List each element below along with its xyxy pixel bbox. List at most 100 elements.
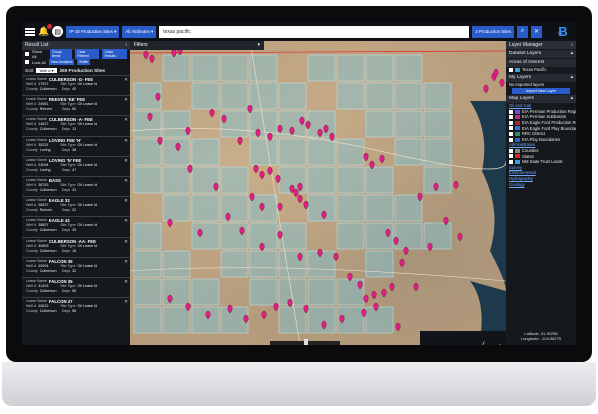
well-pin: [287, 298, 293, 308]
collapse-icon[interactable]: ‹: [125, 42, 127, 49]
layer-checkbox[interactable]: [509, 120, 513, 125]
remove-icon[interactable]: ✕: [124, 299, 128, 305]
layer-checkbox[interactable]: [509, 159, 513, 164]
well-list-item[interactable]: ✕ Lease Name EAGLE 33 Well #38837 Site Type O…: [22, 196, 130, 216]
parcel: [191, 82, 220, 110]
clear-icon[interactable]: ✕: [531, 25, 542, 38]
layer-manager-header: Layer Manager ›: [506, 41, 576, 49]
my-layers-section[interactable]: My Layers ▴: [506, 73, 576, 82]
sort-select[interactable]: Well # ▾: [36, 68, 57, 73]
remove-icon[interactable]: ✕: [124, 138, 128, 144]
group-items-button[interactable]: Group Items: [50, 49, 73, 59]
layers-toggle-icon[interactable]: ▤: [52, 26, 64, 37]
remove-icon[interactable]: ✕: [124, 158, 128, 164]
layer-checkbox[interactable]: [509, 154, 513, 159]
search-value: texas pacific: [163, 28, 191, 35]
aoi-checkbox[interactable]: [509, 67, 513, 72]
layer-swatch: [515, 137, 520, 142]
tool-point[interactable]: •Draw Point: [494, 343, 506, 345]
import-layer-button[interactable]: Import New Layer: [512, 88, 570, 95]
layer-checkbox[interactable]: [509, 131, 513, 136]
remove-icon[interactable]: ✕: [124, 198, 128, 204]
remove-icon[interactable]: ✕: [124, 97, 128, 103]
remove-icon[interactable]: ✕: [124, 259, 128, 265]
remove-icon[interactable]: ✕: [124, 77, 128, 83]
notification-bell-icon[interactable]: 🔔: [38, 24, 53, 37]
well-list-item[interactable]: ✕ Lease Name LOVING 'N' FEE Well #23094 Site…: [22, 155, 130, 176]
parcel: [336, 166, 365, 194]
aoi-item[interactable]: Texas Pacific: [506, 67, 576, 73]
well-list-item[interactable]: ✕ Lease Name FALCON 39 Well #40904 Site Type…: [22, 256, 130, 277]
parcel: [162, 194, 191, 222]
well-list-item[interactable]: ✕ Lease Name FALCON 27 Well #40812 Site Type…: [22, 297, 130, 317]
county: Culberson: [39, 268, 57, 273]
days-value: 32: [72, 268, 77, 273]
parcel: [191, 194, 220, 222]
well-list-item[interactable]: ✕ Lease Name EAGLE 43 Well #38807 Site Type O…: [22, 216, 130, 236]
well-list-item[interactable]: ✕ Lease Name CULBERSON -AA- FEE Well #40893…: [22, 236, 130, 257]
lock-all-checkbox[interactable]: [25, 60, 29, 64]
layer-swatch: [515, 115, 520, 120]
layer-checkbox[interactable]: [509, 115, 513, 120]
days-value: 13: [72, 127, 77, 132]
well-pin: [253, 164, 259, 174]
show-all-checkbox[interactable]: [25, 52, 29, 56]
buffer-button[interactable]: Buffer: [77, 59, 91, 65]
days-label: Days: [61, 309, 71, 314]
chevron-down-icon: ▾: [257, 42, 260, 48]
county-label: County: [26, 167, 38, 172]
layer-select-chip[interactable]: IP-18 Production Sites ▾: [66, 25, 120, 38]
remove-icon[interactable]: ✕: [124, 239, 128, 245]
parcel: [365, 82, 394, 110]
slider-handle[interactable]: [304, 339, 308, 345]
menu-icon[interactable]: [25, 27, 35, 36]
brand-logo: Ƀ: [558, 24, 568, 39]
well-pin: [237, 136, 243, 146]
layer-checkbox[interactable]: [509, 137, 513, 142]
areas-of-interest-section[interactable]: Areas of Interest: [506, 59, 576, 67]
result-count-chip[interactable]: 2 Production Sites: [472, 25, 514, 38]
layer-checkbox[interactable]: [509, 126, 513, 131]
remove-icon[interactable]: ✕: [124, 178, 128, 184]
layer-swatch: [515, 148, 520, 153]
well-list-item[interactable]: ✕ Lease Name BASS Well #38763 Site Type Oil L…: [22, 175, 130, 196]
parcel: [394, 82, 423, 110]
search-icon[interactable]: ⌕: [517, 25, 528, 38]
view-analytics-button[interactable]: View Analytics: [48, 59, 75, 65]
well-pin: [277, 202, 283, 212]
well-list-item[interactable]: ✕ Lease Name CULBERSON -A- FEE Well #14817 S…: [22, 115, 130, 135]
geology-group[interactable]: Geology: [506, 182, 576, 188]
search-input[interactable]: texas pacific: [159, 25, 470, 38]
dataset-layers-section[interactable]: Dataset Layers ▴: [506, 50, 576, 58]
well-list-item[interactable]: ✕ Lease Name FALCON 35 Well #41403 Site Type…: [22, 276, 130, 297]
map-layers-section[interactable]: Map Layers ▴: [506, 95, 576, 104]
well-list-item[interactable]: ✕ Lease Name CULBERSON -G- FEE Well #17937 S…: [22, 75, 130, 95]
map-view[interactable]: Filters ▾ ▢Box◎Buffer⬠Polygon╱Draw Line•…: [130, 41, 506, 345]
parcel: [191, 54, 220, 82]
parcel: [278, 306, 307, 334]
well-pin: [143, 50, 149, 60]
remove-icon[interactable]: ✕: [124, 218, 128, 224]
clear-filtered-button[interactable]: Clear Filtered: [75, 49, 100, 59]
close-icon[interactable]: ›: [571, 42, 573, 48]
county: Loving: [39, 167, 51, 172]
well-list-item[interactable]: ✕ Lease Name LOVING FEE 'H' Well #35231 Site…: [22, 135, 130, 156]
county: Loving: [39, 147, 51, 152]
days-value: 58: [72, 288, 77, 293]
longitude-value: -104.96275: [540, 336, 562, 341]
map-layers-label: Map Layers: [509, 96, 535, 102]
remove-icon[interactable]: ✕: [124, 117, 128, 123]
parcel: [307, 54, 336, 82]
close-results-button[interactable]: Close Results: [102, 49, 127, 59]
tool-line[interactable]: ╱Draw Line: [476, 343, 489, 345]
well-list-item[interactable]: ✕ Lease Name REEVES 'KE' FEE Well #24961 Sit…: [22, 95, 130, 115]
filters-bar[interactable]: Filters ▾: [130, 41, 264, 50]
time-slider[interactable]: [270, 339, 340, 345]
county-label: County: [26, 228, 38, 233]
well-pin: [209, 108, 215, 118]
filter-select-chip[interactable]: All Attributes ▾: [122, 25, 157, 38]
sort-row: Sort Well # ▾ 260 Production Sites: [22, 66, 130, 75]
layer-checkbox[interactable]: [509, 109, 513, 114]
remove-icon[interactable]: ✕: [124, 279, 128, 285]
layer-checkbox[interactable]: [509, 148, 513, 153]
